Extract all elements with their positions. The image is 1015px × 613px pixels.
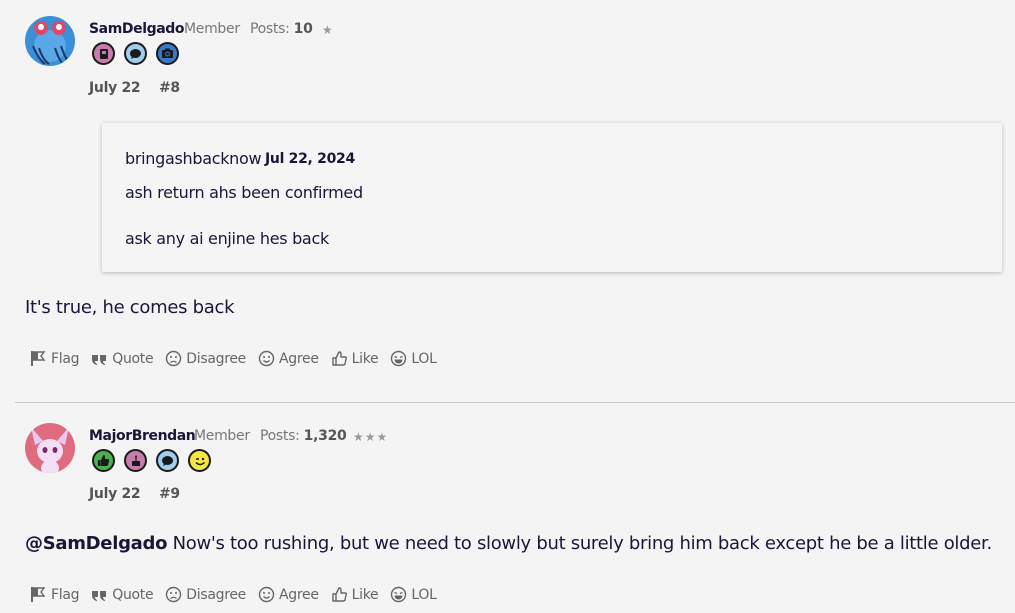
quote-label: Quote: [112, 586, 154, 603]
like-label: Like: [351, 586, 379, 603]
quote-block[interactable]: bringashbacknow Jul 22, 2024 ash return …: [102, 123, 1002, 272]
post-date[interactable]: July 22: [89, 80, 141, 96]
post-actions: Flag Quote Disagree Agree Like LOL: [30, 350, 437, 367]
quote-icon: [92, 591, 107, 601]
rank-stars: ★★★: [353, 430, 389, 444]
avatar-samdelgado[interactable]: [25, 16, 75, 66]
posts-label: Posts:: [260, 428, 300, 444]
quote-date[interactable]: Jul 22, 2024: [265, 151, 355, 167]
post-number[interactable]: #9: [159, 486, 180, 502]
post-meta: July 22 #8: [89, 80, 194, 96]
thumbs-up-icon: [331, 351, 347, 366]
disagree-button[interactable]: Disagree: [165, 350, 246, 367]
posts-label: Posts:: [250, 21, 290, 37]
post-body-text: Now's too rushing, but we need to slowly…: [167, 533, 993, 554]
book-badge-icon[interactable]: [92, 42, 115, 65]
lol-button[interactable]: LOL: [390, 350, 437, 367]
flag-label: Flag: [51, 350, 80, 367]
post-body: It's true, he comes back: [25, 297, 235, 318]
smile-icon: [258, 586, 275, 603]
agree-button[interactable]: Agree: [258, 586, 319, 603]
quote-icon: [92, 355, 107, 365]
thumbs-up-icon: [331, 587, 347, 602]
laugh-icon: [391, 350, 407, 367]
lol-button[interactable]: LOL: [390, 586, 437, 603]
agree-button[interactable]: Agree: [258, 350, 319, 367]
avatar-majorbrendan[interactable]: [25, 423, 75, 473]
wink-badge-icon[interactable]: [188, 449, 211, 472]
thumbs-up-badge-icon[interactable]: [92, 449, 115, 472]
post-meta: July 22 #9: [89, 486, 194, 502]
chat-badge-icon[interactable]: [156, 449, 179, 472]
like-label: Like: [351, 350, 379, 367]
cake-badge-icon[interactable]: [124, 449, 147, 472]
frown-icon: [166, 350, 182, 367]
post-date[interactable]: July 22: [89, 486, 141, 502]
quote-line: ask any ai enjine hes back: [125, 229, 329, 248]
posts-count: 1,320: [303, 428, 347, 444]
lol-label: LOL: [411, 350, 437, 367]
quote-button[interactable]: Quote: [91, 350, 154, 367]
flag-icon: [31, 351, 46, 366]
like-button[interactable]: Like: [331, 586, 379, 603]
post-divider: [15, 402, 1015, 403]
rank-stars: ★: [322, 23, 334, 37]
flag-button[interactable]: Flag: [30, 350, 80, 367]
flag-label: Flag: [51, 586, 80, 603]
user-mention[interactable]: @SamDelgado: [25, 533, 167, 554]
lol-label: LOL: [411, 586, 437, 603]
quote-button[interactable]: Quote: [91, 586, 154, 603]
post-body: @SamDelgado Now's too rushing, but we ne…: [25, 533, 992, 554]
post-number[interactable]: #8: [159, 80, 180, 96]
posts-count: 10: [293, 21, 313, 37]
post-count: Posts: 10: [250, 21, 313, 37]
disagree-label: Disagree: [186, 350, 246, 367]
frown-icon: [166, 586, 182, 603]
chat-badge-icon[interactable]: [124, 42, 147, 65]
disagree-label: Disagree: [186, 586, 246, 603]
username[interactable]: MajorBrendan: [89, 428, 196, 444]
like-button[interactable]: Like: [331, 350, 379, 367]
post-actions: Flag Quote Disagree Agree Like LOL: [30, 586, 437, 603]
user-role: Member: [184, 21, 240, 37]
badge-row: [92, 42, 179, 65]
agree-label: Agree: [279, 586, 319, 603]
disagree-button[interactable]: Disagree: [165, 586, 246, 603]
badge-row: [92, 449, 211, 472]
agree-label: Agree: [279, 350, 319, 367]
post-count: Posts: 1,320: [260, 428, 347, 444]
quote-author[interactable]: bringashbacknow: [125, 149, 262, 168]
camera-badge-icon[interactable]: [156, 42, 179, 65]
flag-icon: [31, 587, 46, 602]
laugh-icon: [391, 586, 407, 603]
flag-button[interactable]: Flag: [30, 586, 80, 603]
quote-line: ash return ahs been confirmed: [125, 183, 363, 202]
user-role: Member: [194, 428, 250, 444]
smile-icon: [258, 350, 275, 367]
quote-label: Quote: [112, 350, 154, 367]
username[interactable]: SamDelgado: [89, 21, 185, 37]
